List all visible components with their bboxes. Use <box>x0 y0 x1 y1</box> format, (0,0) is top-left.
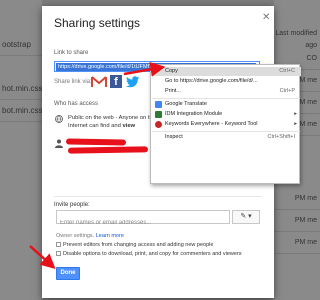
owner-settings-line: Owner settings. Learn more <box>56 233 124 239</box>
context-menu-separator <box>152 98 300 99</box>
who-has-access-label: Who has access <box>54 101 99 107</box>
redaction-mark <box>65 138 127 146</box>
context-menu-idm[interactable]: IDM Integration Module ▸ <box>151 110 301 119</box>
context-menu-inspect[interactable]: Inspect Ctrl+Shift+I <box>151 133 301 142</box>
disable-download-option[interactable]: Disable options to download, print, and … <box>56 251 242 257</box>
globe-icon <box>55 115 63 123</box>
learn-more-link[interactable]: Learn more <box>96 233 124 239</box>
context-menu-goto[interactable]: Go to https://drive.google.com/file/d/..… <box>151 77 301 86</box>
section-divider <box>54 196 262 197</box>
submenu-arrow-icon: ▸ <box>294 111 297 117</box>
context-menu-print[interactable]: Print... Ctrl+P <box>151 87 301 96</box>
permission-dropdown-button[interactable]: ✎ ▾ <box>232 210 260 224</box>
file-row[interactable]: ootstrap <box>0 36 42 56</box>
file-row[interactable]: hot.min.css <box>0 80 42 100</box>
access-mode: view <box>122 123 136 129</box>
done-button[interactable]: Done <box>56 267 80 280</box>
close-icon[interactable]: ✕ <box>262 12 312 23</box>
person-icon <box>55 139 63 148</box>
invite-people-label: Invite people: <box>54 202 90 208</box>
redaction-mark <box>67 146 149 154</box>
invite-people-input[interactable] <box>57 217 229 229</box>
submenu-arrow-icon: ▸ <box>294 121 297 127</box>
prevent-editors-checkbox[interactable] <box>56 242 61 248</box>
prevent-editors-option[interactable]: Prevent editors from changing access and… <box>56 242 213 248</box>
dialog-title: Sharing settings <box>54 16 141 30</box>
keywords-everywhere-icon <box>155 121 162 128</box>
facebook-icon[interactable]: f <box>110 75 122 88</box>
file-row-date[interactable]: PM me <box>274 212 320 232</box>
context-menu-keywords[interactable]: Keywords Everywhere - Keyword Tool ▸ <box>151 120 301 129</box>
context-menu-translate[interactable]: Google Translate <box>151 100 301 109</box>
invite-people-field[interactable] <box>56 210 230 229</box>
disable-download-checkbox[interactable] <box>56 251 61 257</box>
link-to-share-label: Link to share <box>54 50 89 56</box>
file-row[interactable]: bot.min.css <box>0 102 42 122</box>
context-menu-separator <box>152 131 300 132</box>
file-row-date[interactable]: PM me <box>274 190 320 210</box>
share-via-label: Share link via: <box>54 79 92 85</box>
gmail-icon[interactable] <box>91 76 107 88</box>
context-menu-copy[interactable]: Copy Ctrl+C <box>151 67 301 76</box>
twitter-icon[interactable] <box>126 75 140 88</box>
idm-icon <box>155 111 162 118</box>
file-row-date[interactable]: PM me <box>274 234 320 254</box>
file-list-left: ootstrap hot.min.css bot.min.css <box>0 0 42 300</box>
last-modified-header: Last modified ago <box>275 30 317 49</box>
context-menu: Copy Ctrl+C Go to https://drive.google.co… <box>150 64 301 184</box>
google-translate-icon <box>155 101 162 108</box>
